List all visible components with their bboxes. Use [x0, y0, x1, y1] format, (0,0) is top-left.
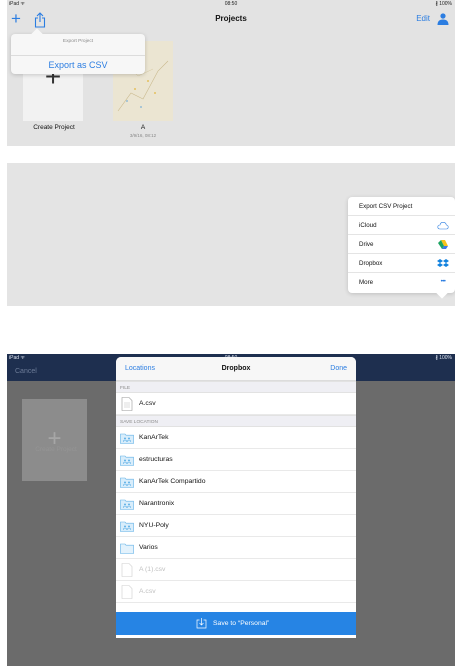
menu-item-dropbox[interactable]: Dropbox [348, 254, 455, 273]
file-name: A.csv [139, 588, 156, 595]
menu-label: Dropbox [359, 260, 383, 267]
cloud-icon [437, 221, 449, 230]
status-time: 08:50 [224, 1, 238, 7]
section-header: SAVE LOCATION [116, 415, 356, 427]
save-button[interactable]: Save to “Personal” [116, 612, 356, 635]
shared-folder-icon [120, 455, 134, 466]
share-screen: Export CSV Project iCloud Drive Dropbox [7, 163, 455, 306]
export-csv-button[interactable]: Export as CSV [11, 60, 145, 70]
project-label: Create Project [33, 124, 75, 131]
sheet-title: Dropbox [221, 365, 251, 372]
menu-label: More [359, 279, 374, 286]
folder-label: Narantronix [139, 500, 175, 507]
file-row-disabled: A (1).csv [116, 559, 356, 581]
file-row-disabled: A.csv [116, 581, 356, 603]
folder-row[interactable]: Narantronix [116, 493, 356, 515]
save-screen: iPad ᯤ 08:50 ∦ 100% Cancel Select a Proj… [7, 354, 455, 666]
folder-label: NYU-Poly [139, 522, 169, 529]
edit-button[interactable]: Edit [416, 14, 430, 23]
document-icon [121, 563, 133, 577]
file-name: A.csv [139, 400, 156, 407]
nav-bar: + Projects Edit [7, 9, 455, 31]
status-bar: iPad ᯤ 08:50 ∦ 100% [7, 0, 455, 9]
shared-folder-icon [120, 433, 134, 444]
popover-header: Export Project [62, 39, 94, 44]
page-title: Projects [215, 14, 247, 23]
save-icon [196, 618, 207, 629]
project-date: 3/9/16, 08:12 [129, 133, 157, 138]
divider [11, 55, 145, 56]
done-button[interactable]: Done [330, 365, 347, 372]
file-row: A.csv [116, 393, 356, 415]
folder-row[interactable]: KanArTek Compartido [116, 471, 356, 493]
file-name: A (1).csv [139, 566, 166, 573]
export-popover: Export Project Export as CSV [11, 28, 145, 74]
folder-label: estructuras [139, 456, 173, 463]
folder-label: Varios [139, 544, 158, 551]
project-label: A [140, 124, 146, 131]
menu-item-more[interactable]: More ••• [348, 273, 455, 292]
user-icon[interactable] [436, 12, 450, 26]
shared-folder-icon [120, 521, 134, 532]
folder-icon [120, 543, 134, 554]
background-card: + [22, 399, 87, 481]
share-menu-title: Export CSV Project [348, 197, 455, 216]
dropbox-sheet: Locations Dropbox Done FILE A.csv SAVE L… [116, 357, 356, 638]
section-header: FILE [116, 381, 356, 393]
drive-icon [438, 240, 448, 249]
more-icon: ••• [440, 279, 446, 285]
folder-row[interactable]: NYU-Poly [116, 515, 356, 537]
sheet-header: Locations Dropbox Done [116, 357, 356, 381]
document-icon [121, 585, 133, 599]
background-label: Create Project [35, 446, 77, 453]
menu-label: iCloud [359, 222, 377, 229]
menu-label: Drive [359, 241, 374, 248]
save-label: Save to “Personal” [213, 620, 270, 627]
menu-item-icloud[interactable]: iCloud [348, 216, 455, 235]
menu-item-drive[interactable]: Drive [348, 235, 455, 254]
status-battery: ∦ 100% [435, 355, 452, 361]
projects-screen: iPad ᯤ 08:50 ∦ 100% + Projects Edit + Cr… [7, 0, 455, 146]
folder-row[interactable]: estructuras [116, 449, 356, 471]
dropbox-icon [437, 259, 449, 267]
folder-row[interactable]: Varios [116, 537, 356, 559]
folder-label: KanArTek Compartido [139, 478, 206, 485]
menu-label: Export CSV Project [359, 203, 413, 210]
document-icon [121, 397, 133, 411]
status-battery: ∦ 100% [435, 1, 452, 7]
folder-label: KanArTek [139, 434, 169, 441]
shared-folder-icon [120, 499, 134, 510]
shared-folder-icon [120, 477, 134, 488]
share-menu: Export CSV Project iCloud Drive Dropbox [348, 197, 455, 299]
folder-row[interactable]: KanArTek [116, 427, 356, 449]
